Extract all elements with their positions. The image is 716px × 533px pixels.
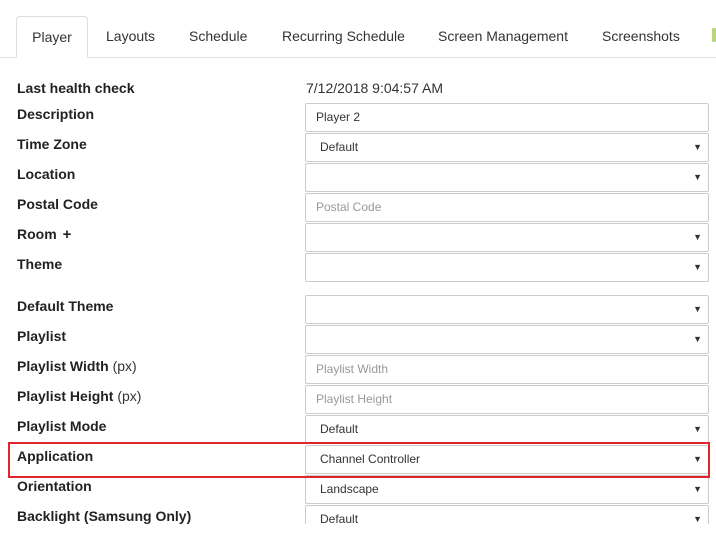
- chevron-down-icon: ▼: [693, 142, 702, 152]
- tab-player[interactable]: Player: [16, 16, 88, 58]
- playlist-height-unit: (px): [117, 388, 142, 404]
- theme-label: Theme: [17, 256, 63, 272]
- playlist-height-input[interactable]: Playlist Height: [305, 385, 709, 414]
- orientation-select[interactable]: Landscape ▼: [305, 475, 709, 504]
- orientation-label: Orientation: [17, 478, 92, 494]
- postal-code-input[interactable]: Postal Code: [305, 193, 709, 222]
- tab-overflow-indicator: [712, 28, 716, 42]
- playlist-width-unit: (px): [112, 358, 137, 374]
- room-label: Room +: [17, 226, 71, 243]
- playlist-width-placeholder: Playlist Width: [316, 362, 389, 376]
- playlist-width-label: Playlist Width (px): [17, 358, 137, 374]
- playlist-height-label: Playlist Height (px): [17, 388, 141, 404]
- playlist-width-input[interactable]: Playlist Width: [305, 355, 709, 384]
- add-room-icon[interactable]: +: [63, 226, 72, 243]
- playlist-label: Playlist: [17, 328, 67, 344]
- orientation-value: Landscape: [320, 482, 379, 496]
- playlist-mode-select[interactable]: Default ▼: [305, 415, 709, 444]
- theme-select[interactable]: ▼: [305, 253, 709, 282]
- default-theme-select[interactable]: ▼: [305, 295, 709, 324]
- application-select[interactable]: Channel Controller ▼: [305, 445, 709, 474]
- last-health-check-value: 7/12/2018 9:04:57 AM: [306, 80, 443, 96]
- tab-screenshots[interactable]: Screenshots: [602, 16, 680, 57]
- location-select[interactable]: ▼: [305, 163, 709, 192]
- default-theme-label: Default Theme: [17, 298, 114, 314]
- time-zone-select[interactable]: Default ▼: [305, 133, 709, 162]
- room-select[interactable]: ▼: [305, 223, 709, 252]
- time-zone-value: Default: [320, 140, 359, 154]
- chevron-down-icon: ▼: [693, 514, 702, 524]
- room-label-text: Room: [17, 226, 57, 242]
- tab-layouts[interactable]: Layouts: [106, 16, 155, 57]
- description-value: Player 2: [316, 110, 361, 124]
- tab-recurring-schedule[interactable]: Recurring Schedule: [282, 16, 405, 57]
- chevron-down-icon: ▼: [693, 172, 702, 182]
- playlist-height-placeholder: Playlist Height: [316, 392, 393, 406]
- postal-code-label: Postal Code: [17, 196, 98, 212]
- chevron-down-icon: ▼: [693, 454, 702, 464]
- location-label: Location: [17, 166, 76, 182]
- description-label: Description: [17, 106, 95, 122]
- chevron-down-icon: ▼: [693, 304, 702, 314]
- backlight-select[interactable]: Default ▼: [305, 505, 709, 526]
- playlist-mode-value: Default: [320, 422, 359, 436]
- tab-schedule[interactable]: Schedule: [189, 16, 247, 57]
- last-health-check-label: Last health check: [17, 80, 135, 96]
- chevron-down-icon: ▼: [693, 232, 702, 242]
- application-value: Channel Controller: [320, 452, 421, 466]
- tab-bar: Player Layouts Schedule Recurring Schedu…: [0, 0, 716, 58]
- description-input[interactable]: Player 2: [305, 103, 709, 132]
- playlist-select[interactable]: ▼: [305, 325, 709, 354]
- chevron-down-icon: ▼: [693, 334, 702, 344]
- playlist-width-label-text: Playlist Width: [17, 358, 109, 374]
- playlist-mode-label: Playlist Mode: [17, 418, 107, 434]
- time-zone-label: Time Zone: [17, 136, 87, 152]
- backlight-label: Backlight (Samsung Only): [17, 508, 192, 524]
- playlist-height-label-text: Playlist Height: [17, 388, 114, 404]
- application-label: Application: [17, 448, 94, 464]
- tab-screen-management[interactable]: Screen Management: [438, 16, 568, 57]
- chevron-down-icon: ▼: [693, 484, 702, 494]
- chevron-down-icon: ▼: [693, 424, 702, 434]
- chevron-down-icon: ▼: [693, 262, 702, 272]
- postal-code-placeholder: Postal Code: [316, 200, 382, 214]
- tab-bar-divider: [0, 57, 716, 58]
